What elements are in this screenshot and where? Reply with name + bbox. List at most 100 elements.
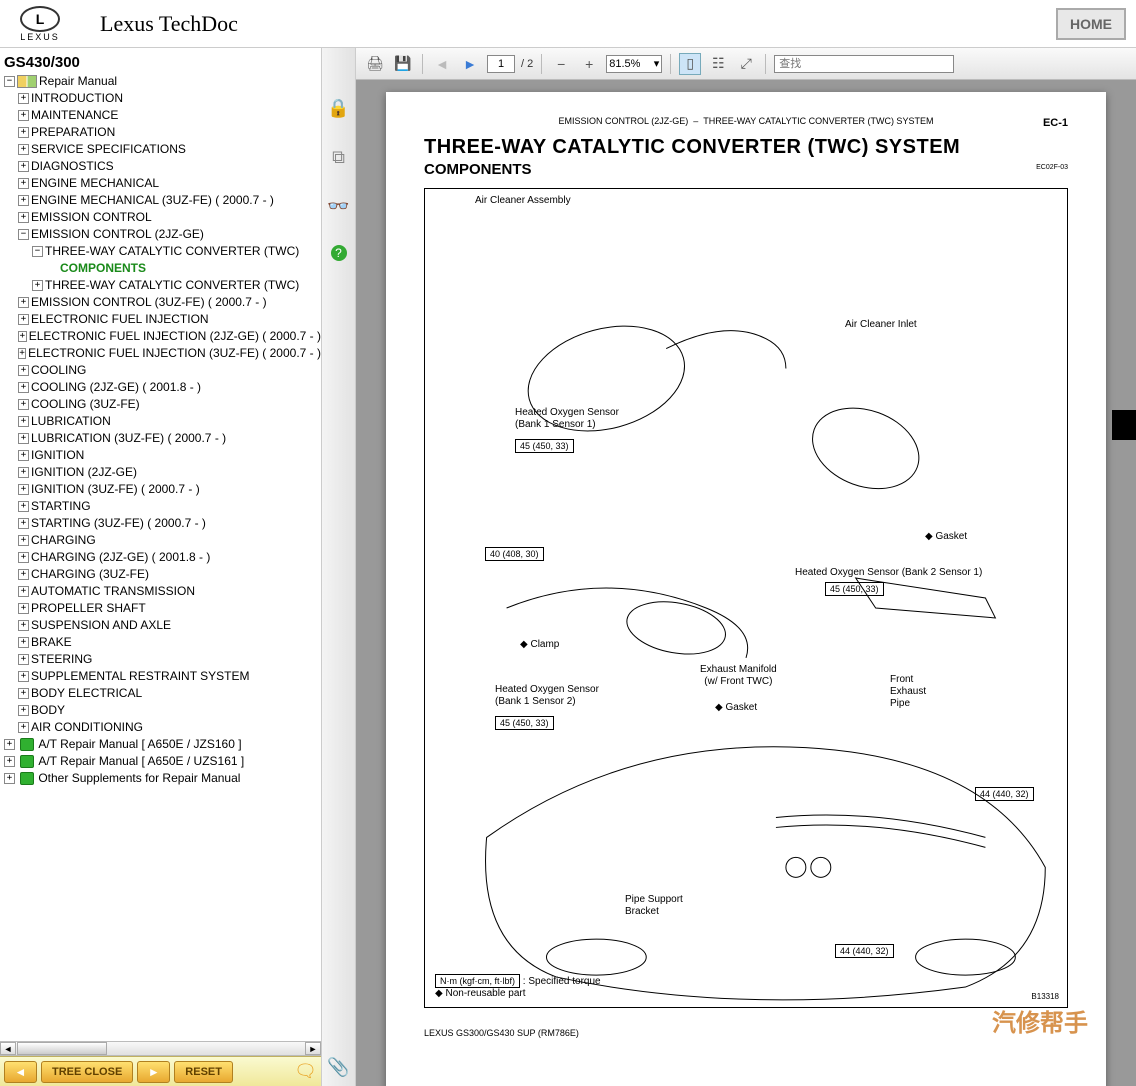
- help-icon[interactable]: ?: [331, 245, 347, 261]
- expand-icon[interactable]: +: [18, 178, 29, 189]
- tree-item[interactable]: +EMISSION CONTROL (3UZ-FE) ( 2000.7 - ): [4, 294, 321, 311]
- expand-icon[interactable]: +: [18, 144, 29, 155]
- expand-icon[interactable]: +: [18, 654, 29, 665]
- expand-icon[interactable]: +: [18, 314, 29, 325]
- home-button[interactable]: HOME: [1056, 8, 1126, 40]
- tree-item[interactable]: +PROPELLER SHAFT: [4, 600, 321, 617]
- expand-icon[interactable]: +: [18, 212, 29, 223]
- zoom-in-icon[interactable]: +: [578, 53, 600, 75]
- expand-icon[interactable]: +: [18, 705, 29, 716]
- expand-icon[interactable]: +: [18, 603, 29, 614]
- side-tab[interactable]: [1112, 410, 1136, 440]
- tree-panel[interactable]: GS430/300 −Repair Manual +INTRODUCTION+M…: [0, 48, 321, 1041]
- tree-item[interactable]: +SERVICE SPECIFICATIONS: [4, 141, 321, 158]
- expand-icon[interactable]: +: [18, 535, 29, 546]
- fit-width-icon[interactable]: ⤢: [735, 53, 757, 75]
- tree-supplement[interactable]: + A/T Repair Manual [ A650E / UZS161 ]: [4, 753, 321, 770]
- tree-item[interactable]: +BODY ELECTRICAL: [4, 685, 321, 702]
- tree-item[interactable]: +LUBRICATION: [4, 413, 321, 430]
- attachment-icon[interactable]: 📎: [327, 1057, 349, 1078]
- collapse-icon[interactable]: −: [18, 229, 29, 240]
- expand-icon[interactable]: +: [18, 382, 29, 393]
- tree-item[interactable]: +CHARGING: [4, 532, 321, 549]
- tree-item[interactable]: +STEERING: [4, 651, 321, 668]
- tree-item[interactable]: +IGNITION (2JZ-GE): [4, 464, 321, 481]
- expand-icon[interactable]: +: [4, 773, 15, 784]
- scroll-thumb[interactable]: [17, 1042, 107, 1055]
- tree-item[interactable]: +MAINTENANCE: [4, 107, 321, 124]
- chat-icon[interactable]: 🗨: [294, 1061, 317, 1082]
- tree-item[interactable]: +COOLING (2JZ-GE) ( 2001.8 - ): [4, 379, 321, 396]
- tree-selected[interactable]: COMPONENTS: [4, 260, 321, 277]
- expand-icon[interactable]: +: [18, 399, 29, 410]
- zoom-out-icon[interactable]: −: [550, 53, 572, 75]
- save-icon[interactable]: 💾: [392, 53, 414, 75]
- tree-item[interactable]: +IGNITION: [4, 447, 321, 464]
- tree-item[interactable]: +INTRODUCTION: [4, 90, 321, 107]
- expand-icon[interactable]: +: [18, 569, 29, 580]
- tree-item[interactable]: +PREPARATION: [4, 124, 321, 141]
- tree-item[interactable]: +AUTOMATIC TRANSMISSION: [4, 583, 321, 600]
- tree-supplement[interactable]: + Other Supplements for Repair Manual: [4, 770, 321, 787]
- expand-icon[interactable]: +: [18, 93, 29, 104]
- expand-icon[interactable]: +: [18, 552, 29, 563]
- expand-icon[interactable]: +: [18, 722, 29, 733]
- expand-icon[interactable]: +: [18, 297, 29, 308]
- expand-icon[interactable]: +: [32, 280, 43, 291]
- expand-icon[interactable]: +: [18, 688, 29, 699]
- prev-button[interactable]: ◄: [4, 1061, 37, 1083]
- expand-icon[interactable]: +: [18, 110, 29, 121]
- print-icon[interactable]: 🖨: [364, 53, 386, 75]
- expand-icon[interactable]: +: [18, 450, 29, 461]
- tree-item[interactable]: +DIAGNOSTICS: [4, 158, 321, 175]
- tree-item[interactable]: +COOLING (3UZ-FE): [4, 396, 321, 413]
- expand-icon[interactable]: +: [18, 671, 29, 682]
- tree-sub[interactable]: −THREE-WAY CATALYTIC CONVERTER (TWC): [4, 243, 321, 260]
- tree-supplement[interactable]: + A/T Repair Manual [ A650E / JZS160 ]: [4, 736, 321, 753]
- tree-item[interactable]: +ENGINE MECHANICAL: [4, 175, 321, 192]
- lock-icon[interactable]: 🔒: [327, 98, 349, 119]
- tree-item[interactable]: +SUPPLEMENTAL RESTRAINT SYSTEM: [4, 668, 321, 685]
- fit-page-icon[interactable]: ▯: [679, 53, 701, 75]
- expand-icon[interactable]: +: [18, 127, 29, 138]
- expand-icon[interactable]: +: [18, 501, 29, 512]
- tree-item[interactable]: +STARTING (3UZ-FE) ( 2000.7 - ): [4, 515, 321, 532]
- reset-button[interactable]: RESET: [174, 1061, 233, 1083]
- tree-item[interactable]: +LUBRICATION (3UZ-FE) ( 2000.7 - ): [4, 430, 321, 447]
- scroll-right-icon[interactable]: ►: [305, 1042, 321, 1055]
- collapse-icon[interactable]: −: [4, 76, 15, 87]
- tree-item[interactable]: +BRAKE: [4, 634, 321, 651]
- expand-icon[interactable]: +: [18, 620, 29, 631]
- tree-item[interactable]: +CHARGING (2JZ-GE) ( 2001.8 - ): [4, 549, 321, 566]
- scroll-left-icon[interactable]: ◄: [0, 1042, 16, 1055]
- expand-icon[interactable]: +: [4, 756, 15, 767]
- expand-icon[interactable]: +: [18, 161, 29, 172]
- tree-item[interactable]: +ELECTRONIC FUEL INJECTION: [4, 311, 321, 328]
- copy-icon[interactable]: ⧉: [332, 147, 345, 168]
- tree-root[interactable]: −Repair Manual: [4, 73, 321, 90]
- zoom-select[interactable]: 81.5%▾: [606, 55, 662, 73]
- expand-icon[interactable]: +: [18, 365, 29, 376]
- search-input[interactable]: [774, 55, 954, 73]
- tree-item[interactable]: +ENGINE MECHANICAL (3UZ-FE) ( 2000.7 - ): [4, 192, 321, 209]
- tree-item[interactable]: +BODY: [4, 702, 321, 719]
- tree-item[interactable]: +ELECTRONIC FUEL INJECTION (3UZ-FE) ( 20…: [4, 345, 321, 362]
- collapse-icon[interactable]: −: [32, 246, 43, 257]
- tree-item[interactable]: +EMISSION CONTROL: [4, 209, 321, 226]
- expand-icon[interactable]: +: [18, 518, 29, 529]
- expand-icon[interactable]: +: [18, 195, 29, 206]
- pdf-viewport[interactable]: EMISSION CONTROL (2JZ-GE) – THREE-WAY CA…: [356, 80, 1136, 1086]
- tree-item[interactable]: +SUSPENSION AND AXLE: [4, 617, 321, 634]
- expand-icon[interactable]: +: [18, 331, 27, 342]
- expand-icon[interactable]: +: [18, 586, 29, 597]
- page-input[interactable]: [487, 55, 515, 73]
- expand-icon[interactable]: +: [18, 484, 29, 495]
- tree-item[interactable]: +ELECTRONIC FUEL INJECTION (2JZ-GE) ( 20…: [4, 328, 321, 345]
- expand-icon[interactable]: +: [18, 467, 29, 478]
- page-next-icon[interactable]: ►: [459, 53, 481, 75]
- tree-item[interactable]: +COOLING: [4, 362, 321, 379]
- tree-close-button[interactable]: TREE CLOSE: [41, 1061, 133, 1083]
- tree-sub[interactable]: +THREE-WAY CATALYTIC CONVERTER (TWC): [4, 277, 321, 294]
- fit-continuous-icon[interactable]: ☷: [707, 53, 729, 75]
- tree-item[interactable]: +IGNITION (3UZ-FE) ( 2000.7 - ): [4, 481, 321, 498]
